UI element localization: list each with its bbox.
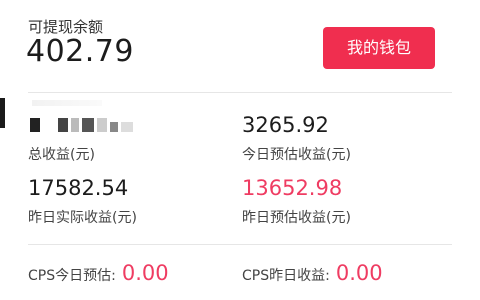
section-divider: [28, 244, 452, 245]
yesterday-estimated-earnings-value: 13652.98: [242, 176, 343, 200]
yesterday-actual-earnings-label: 昨日实际收益(元): [28, 210, 137, 226]
cps-yesterday-row: CPS昨日收益: 0.00: [242, 261, 383, 285]
withdrawable-balance-value: 402.79: [26, 34, 134, 69]
faint-row-placeholder: [32, 100, 102, 106]
yesterday-actual-earnings-value: 17582.54: [28, 176, 129, 200]
cps-yesterday-value: 0.00: [335, 261, 383, 285]
today-estimated-earnings-value: 3265.92: [242, 113, 329, 137]
earnings-page: 可提现余额 402.79 我的钱包 总收益(元) 3265.92 今日预估收益(…: [0, 0, 480, 300]
edge-marker: [0, 98, 5, 128]
total-earnings-value-blurred: [30, 118, 133, 132]
cps-today-value: 0.00: [121, 261, 169, 285]
today-estimated-earnings-label: 今日预估收益(元): [242, 147, 351, 163]
cps-today-row: CPS今日预估: 0.00: [28, 261, 169, 285]
yesterday-estimated-earnings-label: 昨日预估收益(元): [242, 210, 351, 226]
cps-yesterday-label: CPS昨日收益:: [242, 268, 330, 284]
cps-today-label: CPS今日预估:: [28, 268, 116, 284]
header-divider: [28, 92, 452, 93]
total-earnings-label: 总收益(元): [28, 147, 95, 163]
my-wallet-button[interactable]: 我的钱包: [323, 27, 435, 69]
